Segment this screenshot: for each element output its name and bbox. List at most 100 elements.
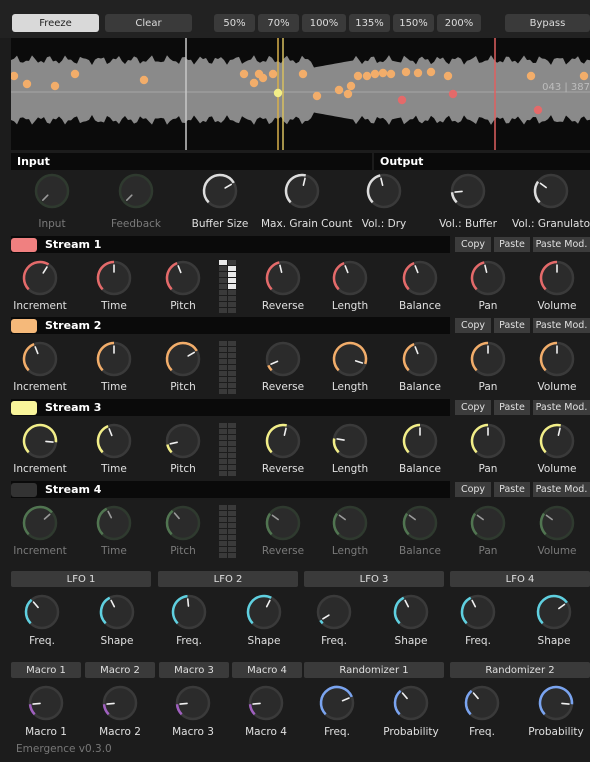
stream-color-swatch[interactable]	[11, 318, 37, 333]
label-increment: Increment	[13, 463, 67, 475]
knob-lfo-2-shape[interactable]	[244, 592, 284, 632]
knob-stream-3-length[interactable]	[330, 421, 370, 461]
knob-lfo-4-shape[interactable]	[534, 592, 574, 632]
knob-input[interactable]	[32, 171, 72, 211]
knob-lfo-2-freq[interactable]	[169, 592, 209, 632]
knob-vol-granulato[interactable]	[531, 171, 571, 211]
knob-stream-4-volume[interactable]	[537, 503, 577, 543]
paste-button[interactable]: Paste	[494, 237, 530, 252]
activity-meter-cell	[228, 429, 236, 434]
paste-mod-button[interactable]: Paste Mod.	[533, 482, 590, 497]
knob-stream-3-pitch[interactable]	[163, 421, 203, 461]
zoom-50-button[interactable]: 50%	[214, 14, 255, 32]
knob-stream-2-balance[interactable]	[400, 339, 440, 379]
knob-randomizer-1-freq[interactable]	[317, 683, 357, 723]
knob-stream-4-reverse[interactable]	[263, 503, 303, 543]
knob-lfo-1-freq[interactable]	[22, 592, 62, 632]
knob-vol-dry[interactable]	[364, 171, 404, 211]
paste-mod-button[interactable]: Paste Mod.	[533, 400, 590, 415]
activity-meter-cell	[219, 435, 227, 440]
knob-stream-3-volume[interactable]	[537, 421, 577, 461]
paste-mod-button[interactable]: Paste Mod.	[533, 318, 590, 333]
zoom-150-button[interactable]: 150%	[393, 14, 434, 32]
zoom-70-button[interactable]: 70%	[258, 14, 299, 32]
bypass-button[interactable]: Bypass	[505, 14, 590, 32]
knob-stream-1-pitch[interactable]	[163, 258, 203, 298]
knob-stream-1-increment[interactable]	[20, 258, 60, 298]
knob-feedback[interactable]	[116, 171, 156, 211]
knob-stream-1-balance[interactable]	[400, 258, 440, 298]
clear-button[interactable]: Clear	[105, 14, 192, 32]
activity-meter-cell	[219, 553, 227, 558]
activity-meter-cell	[219, 266, 227, 271]
knob-stream-4-time[interactable]	[94, 503, 134, 543]
paste-button[interactable]: Paste	[494, 482, 530, 497]
knob-stream-1-volume[interactable]	[537, 258, 577, 298]
knob-macro-1[interactable]	[26, 683, 66, 723]
stream-color-swatch[interactable]	[11, 237, 37, 252]
knob-stream-2-length[interactable]	[330, 339, 370, 379]
activity-meter-cell	[219, 453, 227, 458]
knob-randomizer-2-probability[interactable]	[536, 683, 576, 723]
knob-stream-1-length[interactable]	[330, 258, 370, 298]
copy-button[interactable]: Copy	[455, 482, 491, 497]
knob-randomizer-1-probability[interactable]	[391, 683, 431, 723]
knob-stream-3-reverse[interactable]	[263, 421, 303, 461]
zoom-135-button[interactable]: 135%	[349, 14, 390, 32]
knob-randomizer-2-freq[interactable]	[462, 683, 502, 723]
activity-meter-cell	[219, 517, 227, 522]
knob-stream-2-time[interactable]	[94, 339, 134, 379]
knob-stream-2-pan[interactable]	[468, 339, 508, 379]
copy-button[interactable]: Copy	[455, 237, 491, 252]
activity-meter-cell	[228, 359, 236, 364]
label-macro-4: Macro 4	[245, 726, 287, 738]
knob-lfo-3-freq[interactable]	[314, 592, 354, 632]
activity-meter-cell	[228, 272, 236, 277]
knob-stream-3-time[interactable]	[94, 421, 134, 461]
freeze-button[interactable]: Freeze	[12, 14, 99, 32]
paste-button[interactable]: Paste	[494, 400, 530, 415]
waveform-display[interactable]: 043 | 387	[11, 38, 590, 150]
activity-meter-cell	[219, 260, 227, 265]
knob-stream-4-pitch[interactable]	[163, 503, 203, 543]
copy-button[interactable]: Copy	[455, 318, 491, 333]
knob-stream-2-increment[interactable]	[20, 339, 60, 379]
stream-color-swatch[interactable]	[11, 400, 37, 415]
knob-stream-1-reverse[interactable]	[263, 258, 303, 298]
knob-macro-2[interactable]	[100, 683, 140, 723]
knob-stream-4-length[interactable]	[330, 503, 370, 543]
knob-max-grain-count[interactable]	[282, 171, 322, 211]
knob-lfo-1-shape[interactable]	[97, 592, 137, 632]
knob-buffer-size[interactable]	[200, 171, 240, 211]
paste-mod-button[interactable]: Paste Mod.	[533, 237, 590, 252]
knob-lfo-3-shape[interactable]	[391, 592, 431, 632]
knob-lfo-4-freq[interactable]	[458, 592, 498, 632]
copy-button[interactable]: Copy	[455, 400, 491, 415]
zoom-100-button[interactable]: 100%	[302, 14, 346, 32]
lfo-2-header: LFO 2	[158, 571, 298, 587]
knob-stream-3-increment[interactable]	[20, 421, 60, 461]
activity-meter-cell	[219, 341, 227, 346]
stream-color-swatch[interactable]	[11, 482, 37, 497]
knob-stream-4-balance[interactable]	[400, 503, 440, 543]
knob-stream-2-pitch[interactable]	[163, 339, 203, 379]
knob-macro-4[interactable]	[246, 683, 286, 723]
knob-stream-3-balance[interactable]	[400, 421, 440, 461]
stream-name: Stream 4	[45, 483, 102, 496]
knob-stream-2-reverse[interactable]	[263, 339, 303, 379]
knob-stream-4-increment[interactable]	[20, 503, 60, 543]
label-volume: Volume	[537, 463, 577, 475]
activity-meter-cell	[228, 511, 236, 516]
knob-stream-4-pan[interactable]	[468, 503, 508, 543]
paste-button[interactable]: Paste	[494, 318, 530, 333]
knob-macro-3[interactable]	[173, 683, 213, 723]
label-freq: Freq.	[465, 635, 491, 647]
knob-stream-3-pan[interactable]	[468, 421, 508, 461]
knob-stream-1-pan[interactable]	[468, 258, 508, 298]
input-section-header: Input	[11, 153, 372, 170]
zoom-200-button[interactable]: 200%	[437, 14, 481, 32]
knob-stream-2-volume[interactable]	[537, 339, 577, 379]
knob-stream-1-time[interactable]	[94, 258, 134, 298]
knob-vol-buffer[interactable]	[448, 171, 488, 211]
activity-meter-cell	[219, 441, 227, 446]
